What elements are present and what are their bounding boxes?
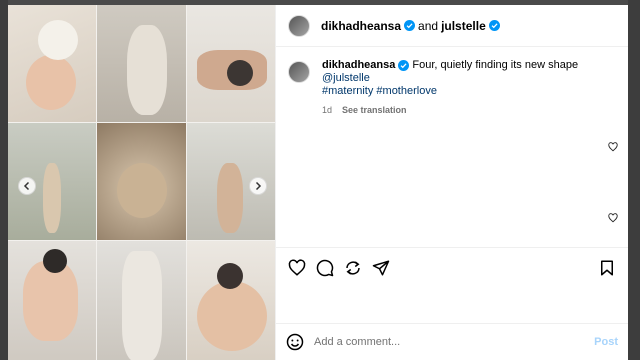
post-side-panel: dikhadheansa and julstelle dikhadheansa …: [275, 5, 628, 360]
backdrop-right[interactable]: [628, 0, 640, 360]
photo-silhouette: [97, 5, 186, 122]
caption-line: dikhadheansa Four, quietly finding its n…: [322, 59, 578, 72]
bookmark-icon[interactable]: [598, 259, 616, 277]
send-icon[interactable]: [372, 259, 390, 277]
photo-grid: [8, 5, 275, 360]
post-modal: dikhadheansa and julstelle dikhadheansa …: [8, 5, 628, 360]
verified-badge-icon: [404, 20, 416, 31]
photo-hands-belly: [97, 123, 186, 240]
chevron-left-icon: [23, 181, 30, 191]
post-media: [8, 5, 275, 360]
comment-icon[interactable]: [316, 259, 334, 277]
emoji-icon[interactable]: [286, 333, 304, 351]
carousel-next-button[interactable]: [249, 177, 267, 195]
comment-like-heart-icon[interactable]: [608, 142, 618, 152]
caption: dikhadheansa Four, quietly finding its n…: [288, 59, 616, 117]
post-header: dikhadheansa and julstelle: [276, 5, 628, 47]
caption-hashtags[interactable]: #maternity #motherlove: [322, 85, 578, 98]
collaborator-username[interactable]: julstelle: [441, 19, 486, 33]
photo-family-bed: [187, 5, 275, 122]
chevron-right-icon: [255, 181, 262, 191]
caption-text: Four, quietly finding its new shape: [412, 59, 579, 71]
header-conjunction: and: [418, 18, 439, 33]
comment-like-heart-icon[interactable]: [608, 213, 618, 223]
photo-pregnant-belly: [8, 5, 96, 122]
see-translation-button[interactable]: See translation: [342, 104, 407, 117]
post-button[interactable]: Post: [594, 336, 618, 348]
photo-child-legs: [97, 241, 186, 360]
photo-mother-child: [8, 241, 96, 360]
verified-badge-icon: [488, 20, 500, 31]
header-names: dikhadheansa and julstelle: [321, 19, 500, 33]
share-icon[interactable]: [344, 259, 362, 277]
caption-avatar[interactable]: [288, 61, 310, 83]
caption-body: dikhadheansa Four, quietly finding its n…: [322, 59, 578, 117]
caption-mention[interactable]: @julstelle: [322, 72, 578, 85]
backdrop-left[interactable]: [0, 0, 8, 360]
caption-meta: 1d See translation: [322, 104, 578, 117]
photo-daughter-hug: [187, 241, 275, 360]
heart-icon[interactable]: [288, 258, 306, 277]
action-bar: [276, 247, 628, 287]
verified-badge-icon: [398, 60, 410, 71]
caption-username[interactable]: dikhadheansa: [322, 59, 395, 72]
author-avatar[interactable]: [288, 14, 310, 37]
comments-section: dikhadheansa Four, quietly finding its n…: [276, 47, 628, 247]
add-comment-bar: Post: [276, 323, 628, 360]
likes-area: [276, 287, 628, 323]
comment-input[interactable]: [314, 336, 587, 348]
author-username[interactable]: dikhadheansa: [321, 19, 401, 33]
caption-time[interactable]: 1d: [322, 104, 332, 117]
carousel-prev-button[interactable]: [18, 177, 36, 195]
